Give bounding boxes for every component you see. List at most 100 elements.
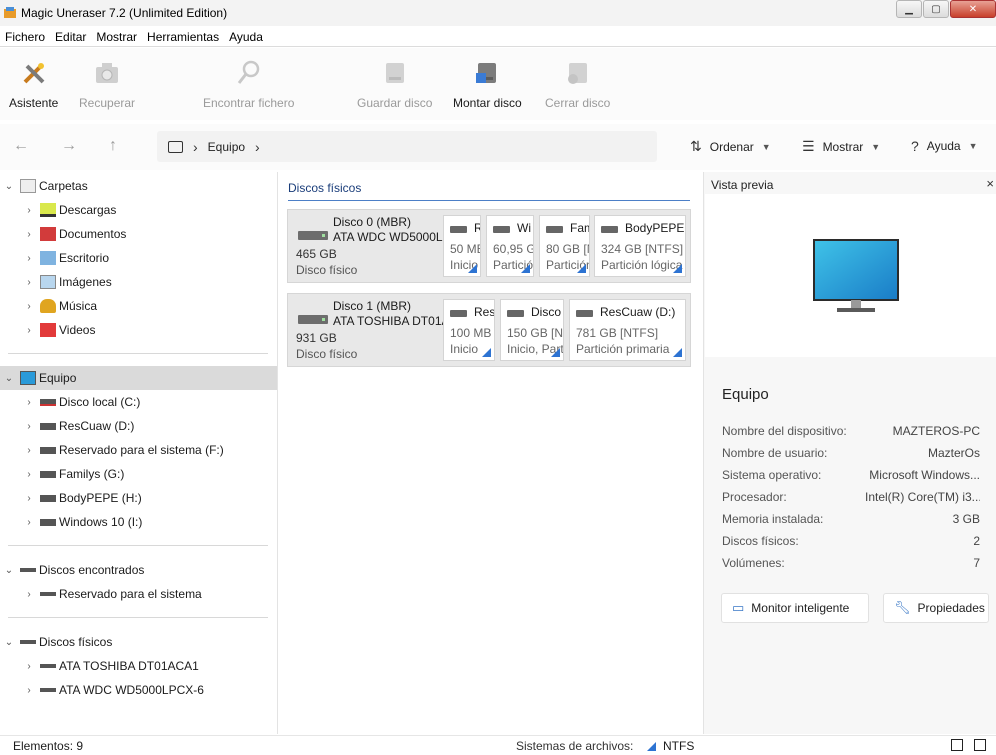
help-icon: ?	[911, 138, 919, 154]
info-row: Procesador: Intel(R) Core(TM) i3...	[722, 490, 980, 504]
tree-drive-g[interactable]: › Familys (G:)	[0, 462, 277, 486]
partition-tile[interactable]: Disco 150 GB [NTFS] Inicio, Partición	[500, 299, 564, 361]
chevron-down-icon[interactable]: ⌄	[3, 373, 15, 384]
chevron-down-icon: ▼	[871, 141, 881, 152]
chevron-right-icon[interactable]: ›	[23, 661, 35, 672]
partition-tile[interactable]: Res 100 MB Inicio	[443, 299, 495, 361]
montar-disco-button[interactable]: Montar disco	[453, 58, 522, 110]
chevron-right-icon[interactable]: ›	[23, 589, 35, 600]
chevron-right-icon[interactable]: ›	[23, 517, 35, 528]
chevron-down-icon[interactable]: ⌄	[3, 181, 15, 192]
minimize-button[interactable]: ▁	[896, 0, 922, 18]
tree-item-escritorio[interactable]: › Escritorio	[0, 246, 277, 270]
address-bar[interactable]: › Equipo ›	[157, 131, 657, 162]
tree-drive-c[interactable]: › Disco local (C:)	[0, 390, 277, 414]
drive-icon	[40, 398, 56, 406]
chevron-down-icon: ▼	[968, 141, 978, 151]
partition-tile[interactable]: R 50 MB Inicio	[443, 215, 481, 277]
chevron-right-icon[interactable]: ›	[23, 469, 35, 480]
recuperar-button[interactable]: Recuperar	[79, 58, 135, 110]
asistente-button[interactable]: Asistente	[9, 58, 58, 110]
chevron-right-icon[interactable]: ›	[23, 493, 35, 504]
desktop-icon	[40, 251, 56, 265]
close-preview-icon[interactable]: ×	[986, 176, 994, 191]
chevron-down-icon[interactable]: ⌄	[3, 637, 15, 648]
tree-equipo[interactable]: ⌄ Equipo	[0, 366, 277, 390]
forward-arrow-icon[interactable]: →	[61, 137, 77, 155]
chevron-right-icon[interactable]: ›	[23, 277, 35, 288]
chevron-down-icon[interactable]: ⌄	[3, 565, 15, 576]
chevron-right-icon[interactable]: ›	[23, 253, 35, 264]
partition-tile[interactable]: Wi 60,95 GB Partición	[486, 215, 534, 277]
encontrar-fichero-button[interactable]: Encontrar fichero	[203, 58, 294, 110]
guardar-disco-button[interactable]: Guardar disco	[357, 58, 432, 110]
tree-drive-i[interactable]: › Windows 10 (I:)	[0, 510, 277, 534]
window-controls: ▁ ▢ ✕	[895, 0, 996, 20]
ordenar-button[interactable]: ⇅ Ordenar ▼	[690, 138, 771, 155]
chevron-right-icon[interactable]: ›	[23, 325, 35, 336]
breadcrumb-chevron-icon[interactable]: ›	[255, 139, 260, 155]
monitor-icon	[20, 371, 36, 385]
tree-item-videos[interactable]: › Videos	[0, 318, 277, 342]
chevron-right-icon[interactable]: ›	[23, 229, 35, 240]
info-row: Discos físicos: 2	[722, 534, 980, 548]
documents-icon	[40, 227, 56, 241]
chevron-right-icon[interactable]: ›	[23, 205, 35, 216]
tree-drive-f[interactable]: › Reservado para el sistema (F:)	[0, 438, 277, 462]
back-arrow-icon[interactable]: ←	[13, 137, 29, 155]
drive-icon	[40, 518, 56, 526]
menu-ayuda[interactable]: Ayuda	[224, 30, 268, 44]
menu-herramientas[interactable]: Herramientas	[142, 30, 224, 44]
info-title: Equipo	[722, 386, 769, 403]
maximize-button[interactable]: ▢	[923, 0, 949, 18]
chevron-right-icon[interactable]: ›	[23, 445, 35, 456]
tree-physical-wdc[interactable]: › ATA WDC WD5000LPCX-6	[0, 678, 277, 702]
disk-card-1[interactable]: Disco 1 (MBR) ATA TOSHIBA DT01ACA1 931 G…	[287, 293, 691, 367]
menu-fichero[interactable]: Fichero	[0, 30, 50, 44]
info-row: Nombre del dispositivo: MAZTEROS-PC	[722, 424, 980, 438]
drive-icon	[40, 494, 56, 502]
menu-mostrar[interactable]: Mostrar	[91, 30, 142, 44]
tree-divider	[8, 353, 268, 354]
section-underline	[288, 200, 690, 201]
breadcrumb-equipo[interactable]: Equipo	[208, 140, 245, 154]
disk-card-0[interactable]: Disco 0 (MBR) ATA WDC WD5000LPCX-6 465 G…	[287, 209, 691, 283]
partition-tile[interactable]: ResCuaw (D:) 781 GB [NTFS] Partición pri…	[569, 299, 686, 361]
tree-drive-h[interactable]: › BodyPEPE (H:)	[0, 486, 277, 510]
chevron-right-icon[interactable]: ›	[23, 397, 35, 408]
partition-tile[interactable]: Fam 80 GB [NTFS] Partición	[539, 215, 590, 277]
partition-tile[interactable]: BodyPEPE 324 GB [NTFS] Partición lógica	[594, 215, 686, 277]
chevron-right-icon[interactable]: ›	[23, 301, 35, 312]
tree-found-reservado[interactable]: › Reservado para el sistema	[0, 582, 277, 606]
panel-toggle-icon[interactable]	[974, 739, 986, 751]
cerrar-disco-button[interactable]: Cerrar disco	[545, 58, 610, 110]
tree-discos-fisicos[interactable]: ⌄ Discos físicos	[0, 630, 277, 654]
tree-physical-toshiba[interactable]: › ATA TOSHIBA DT01ACA1	[0, 654, 277, 678]
partition-icon	[546, 226, 563, 233]
ayuda-button[interactable]: ? Ayuda ▼	[911, 138, 978, 154]
up-arrow-icon[interactable]: ↑	[109, 137, 117, 155]
tree-item-documentos[interactable]: › Documentos	[0, 222, 277, 246]
ntfs-corner-icon	[521, 264, 530, 273]
tree-item-descargas[interactable]: › Descargas	[0, 198, 277, 222]
preview-title: Vista previa	[711, 178, 774, 192]
close-window-button[interactable]: ✕	[950, 0, 996, 18]
tree-item-imagenes[interactable]: › Imágenes	[0, 270, 277, 294]
menu-editar[interactable]: Editar	[50, 30, 91, 44]
chevron-down-icon: ▼	[761, 141, 771, 152]
hard-disk-icon	[298, 231, 328, 240]
chevron-right-icon[interactable]: ›	[23, 421, 35, 432]
chevron-right-icon[interactable]: ›	[23, 685, 35, 696]
tree-drive-d[interactable]: › ResCuaw (D:)	[0, 414, 277, 438]
layout-toggle-icon[interactable]	[951, 739, 963, 751]
disk-view: Discos físicos Disco 0 (MBR) ATA WDC WD5…	[280, 172, 702, 734]
folder-tree: ⌄ Carpetas › Descargas › Documentos › Es…	[0, 172, 278, 734]
monitor-inteligente-button[interactable]: ▭ Monitor inteligente	[721, 593, 869, 623]
wizard-icon	[23, 63, 45, 84]
propiedades-button[interactable]: 🔧︎ Propiedades	[883, 593, 989, 623]
tree-item-musica[interactable]: › Música	[0, 294, 277, 318]
tree-carpetas[interactable]: ⌄ Carpetas	[0, 174, 277, 198]
mostrar-button[interactable]: ☰ Mostrar ▼	[802, 138, 880, 155]
tree-discos-encontrados[interactable]: ⌄ Discos encontrados	[0, 558, 277, 582]
status-bar: Elementos: 9 Sistemas de archivos: NTFS	[0, 735, 996, 755]
